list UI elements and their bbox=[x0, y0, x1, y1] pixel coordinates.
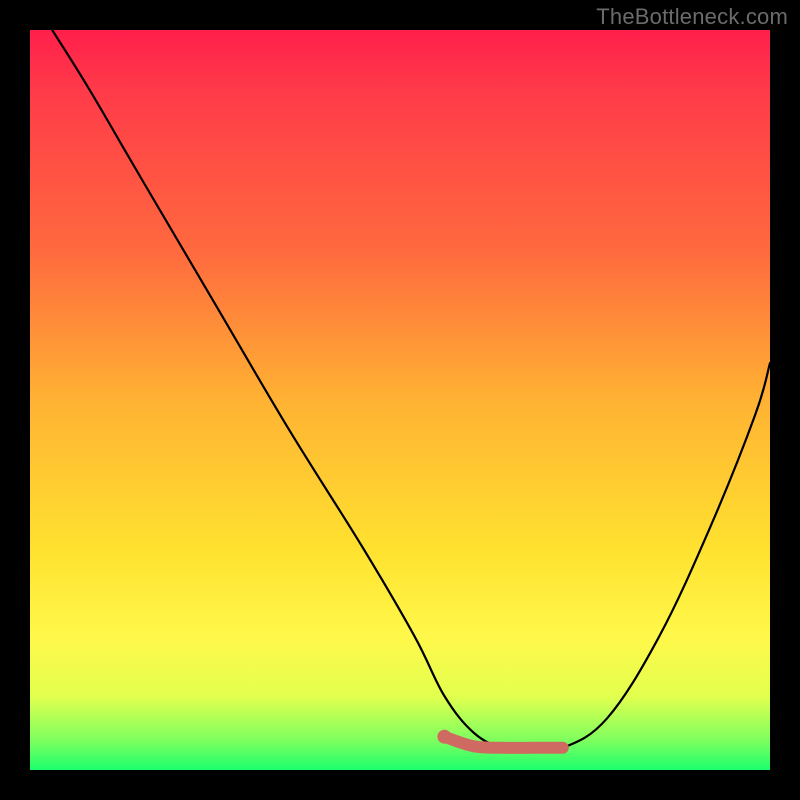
chart-svg bbox=[30, 30, 770, 770]
chart-plot-area bbox=[30, 30, 770, 770]
chart-frame: TheBottleneck.com bbox=[0, 0, 800, 800]
bottleneck-curve-path bbox=[52, 30, 770, 750]
optimal-range-start-dot bbox=[437, 730, 451, 744]
watermark-text: TheBottleneck.com bbox=[596, 4, 788, 30]
optimal-range-highlight bbox=[444, 737, 562, 748]
